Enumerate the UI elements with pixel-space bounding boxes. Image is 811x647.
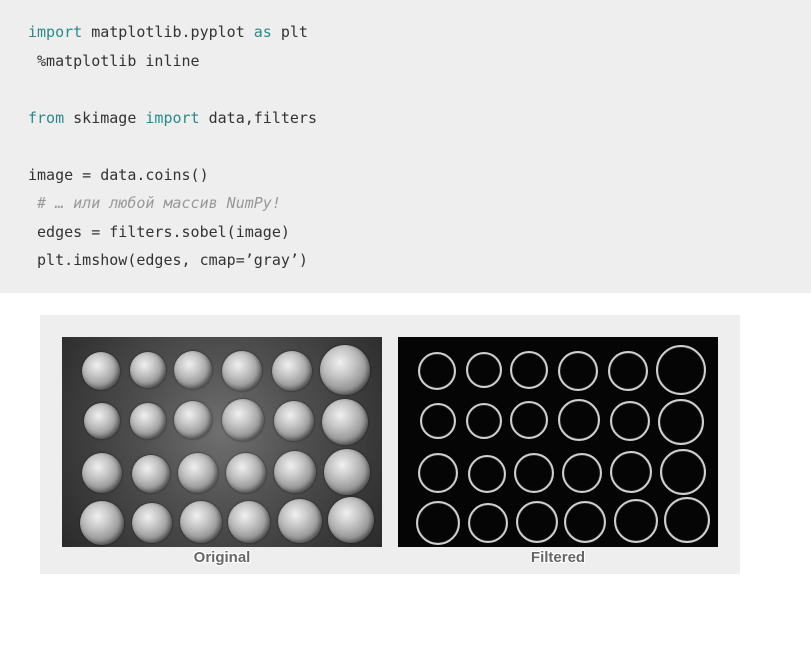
- code-text: edges = filters.sobel(image): [28, 223, 290, 241]
- coin: [132, 503, 172, 543]
- coin: [324, 449, 370, 495]
- coin: [82, 352, 120, 390]
- coin: [174, 401, 212, 439]
- coin-edge: [468, 503, 508, 543]
- coin: [274, 401, 314, 441]
- code-block: import matplotlib.pyplot as plt %matplot…: [0, 0, 811, 293]
- coin: [180, 501, 222, 543]
- coin-edge: [608, 351, 648, 391]
- coin: [178, 453, 218, 493]
- coin-edge: [656, 345, 706, 395]
- coin: [228, 501, 270, 543]
- coin: [278, 499, 322, 543]
- coin: [274, 451, 316, 493]
- coin-edge: [558, 351, 598, 391]
- figure-row: Original Filtered: [62, 337, 718, 566]
- code-keyword: as: [254, 23, 272, 41]
- code-text: image = data.coins(): [28, 166, 209, 184]
- coin: [222, 399, 264, 441]
- code-text: plt: [272, 23, 308, 41]
- code-text: matplotlib.pyplot: [82, 23, 254, 41]
- coin-edge: [558, 399, 600, 441]
- coin: [328, 497, 374, 543]
- coin-edge: [418, 453, 458, 493]
- coin: [272, 351, 312, 391]
- coin: [82, 453, 122, 493]
- coin: [132, 455, 170, 493]
- coin-edge: [610, 451, 652, 493]
- coin: [226, 453, 266, 493]
- code-text: data,filters: [200, 109, 317, 127]
- coin-edge: [614, 499, 658, 543]
- coin-edge: [510, 351, 548, 389]
- coin-edge: [418, 352, 456, 390]
- coin-edge: [466, 403, 502, 439]
- coin-edge: [514, 453, 554, 493]
- coin-edge: [420, 403, 456, 439]
- coin-edge: [660, 449, 706, 495]
- coin-edge: [562, 453, 602, 493]
- coin: [84, 403, 120, 439]
- code-comment: # … или любой массив NumPy!: [28, 194, 281, 212]
- coin-edge: [564, 501, 606, 543]
- coin-edge: [416, 501, 460, 545]
- code-text: plt.imshow(edges, cmap=’gray’): [28, 251, 308, 269]
- coin: [130, 403, 166, 439]
- code-keyword: from: [28, 109, 64, 127]
- coin-edge: [510, 401, 548, 439]
- coin-edge: [664, 497, 710, 543]
- coin-edge: [468, 455, 506, 493]
- caption-filtered: Filtered: [531, 549, 585, 566]
- code-text: skimage: [64, 109, 145, 127]
- figure-panel: Original Filtered: [40, 315, 740, 574]
- coin-edge: [610, 401, 650, 441]
- code-keyword: import: [145, 109, 199, 127]
- figure-filtered-column: Filtered: [398, 337, 718, 566]
- coin-edge: [516, 501, 558, 543]
- coin: [130, 352, 166, 388]
- code-text: %matplotlib inline: [28, 52, 200, 70]
- coin: [80, 501, 124, 545]
- coin: [320, 345, 370, 395]
- caption-original: Original: [194, 549, 251, 566]
- original-image: [62, 337, 382, 547]
- coin-edge: [658, 399, 704, 445]
- coin: [222, 351, 262, 391]
- code-keyword: import: [28, 23, 82, 41]
- coin: [322, 399, 368, 445]
- filtered-image: [398, 337, 718, 547]
- coin-edge: [466, 352, 502, 388]
- figure-original-column: Original: [62, 337, 382, 566]
- coin: [174, 351, 212, 389]
